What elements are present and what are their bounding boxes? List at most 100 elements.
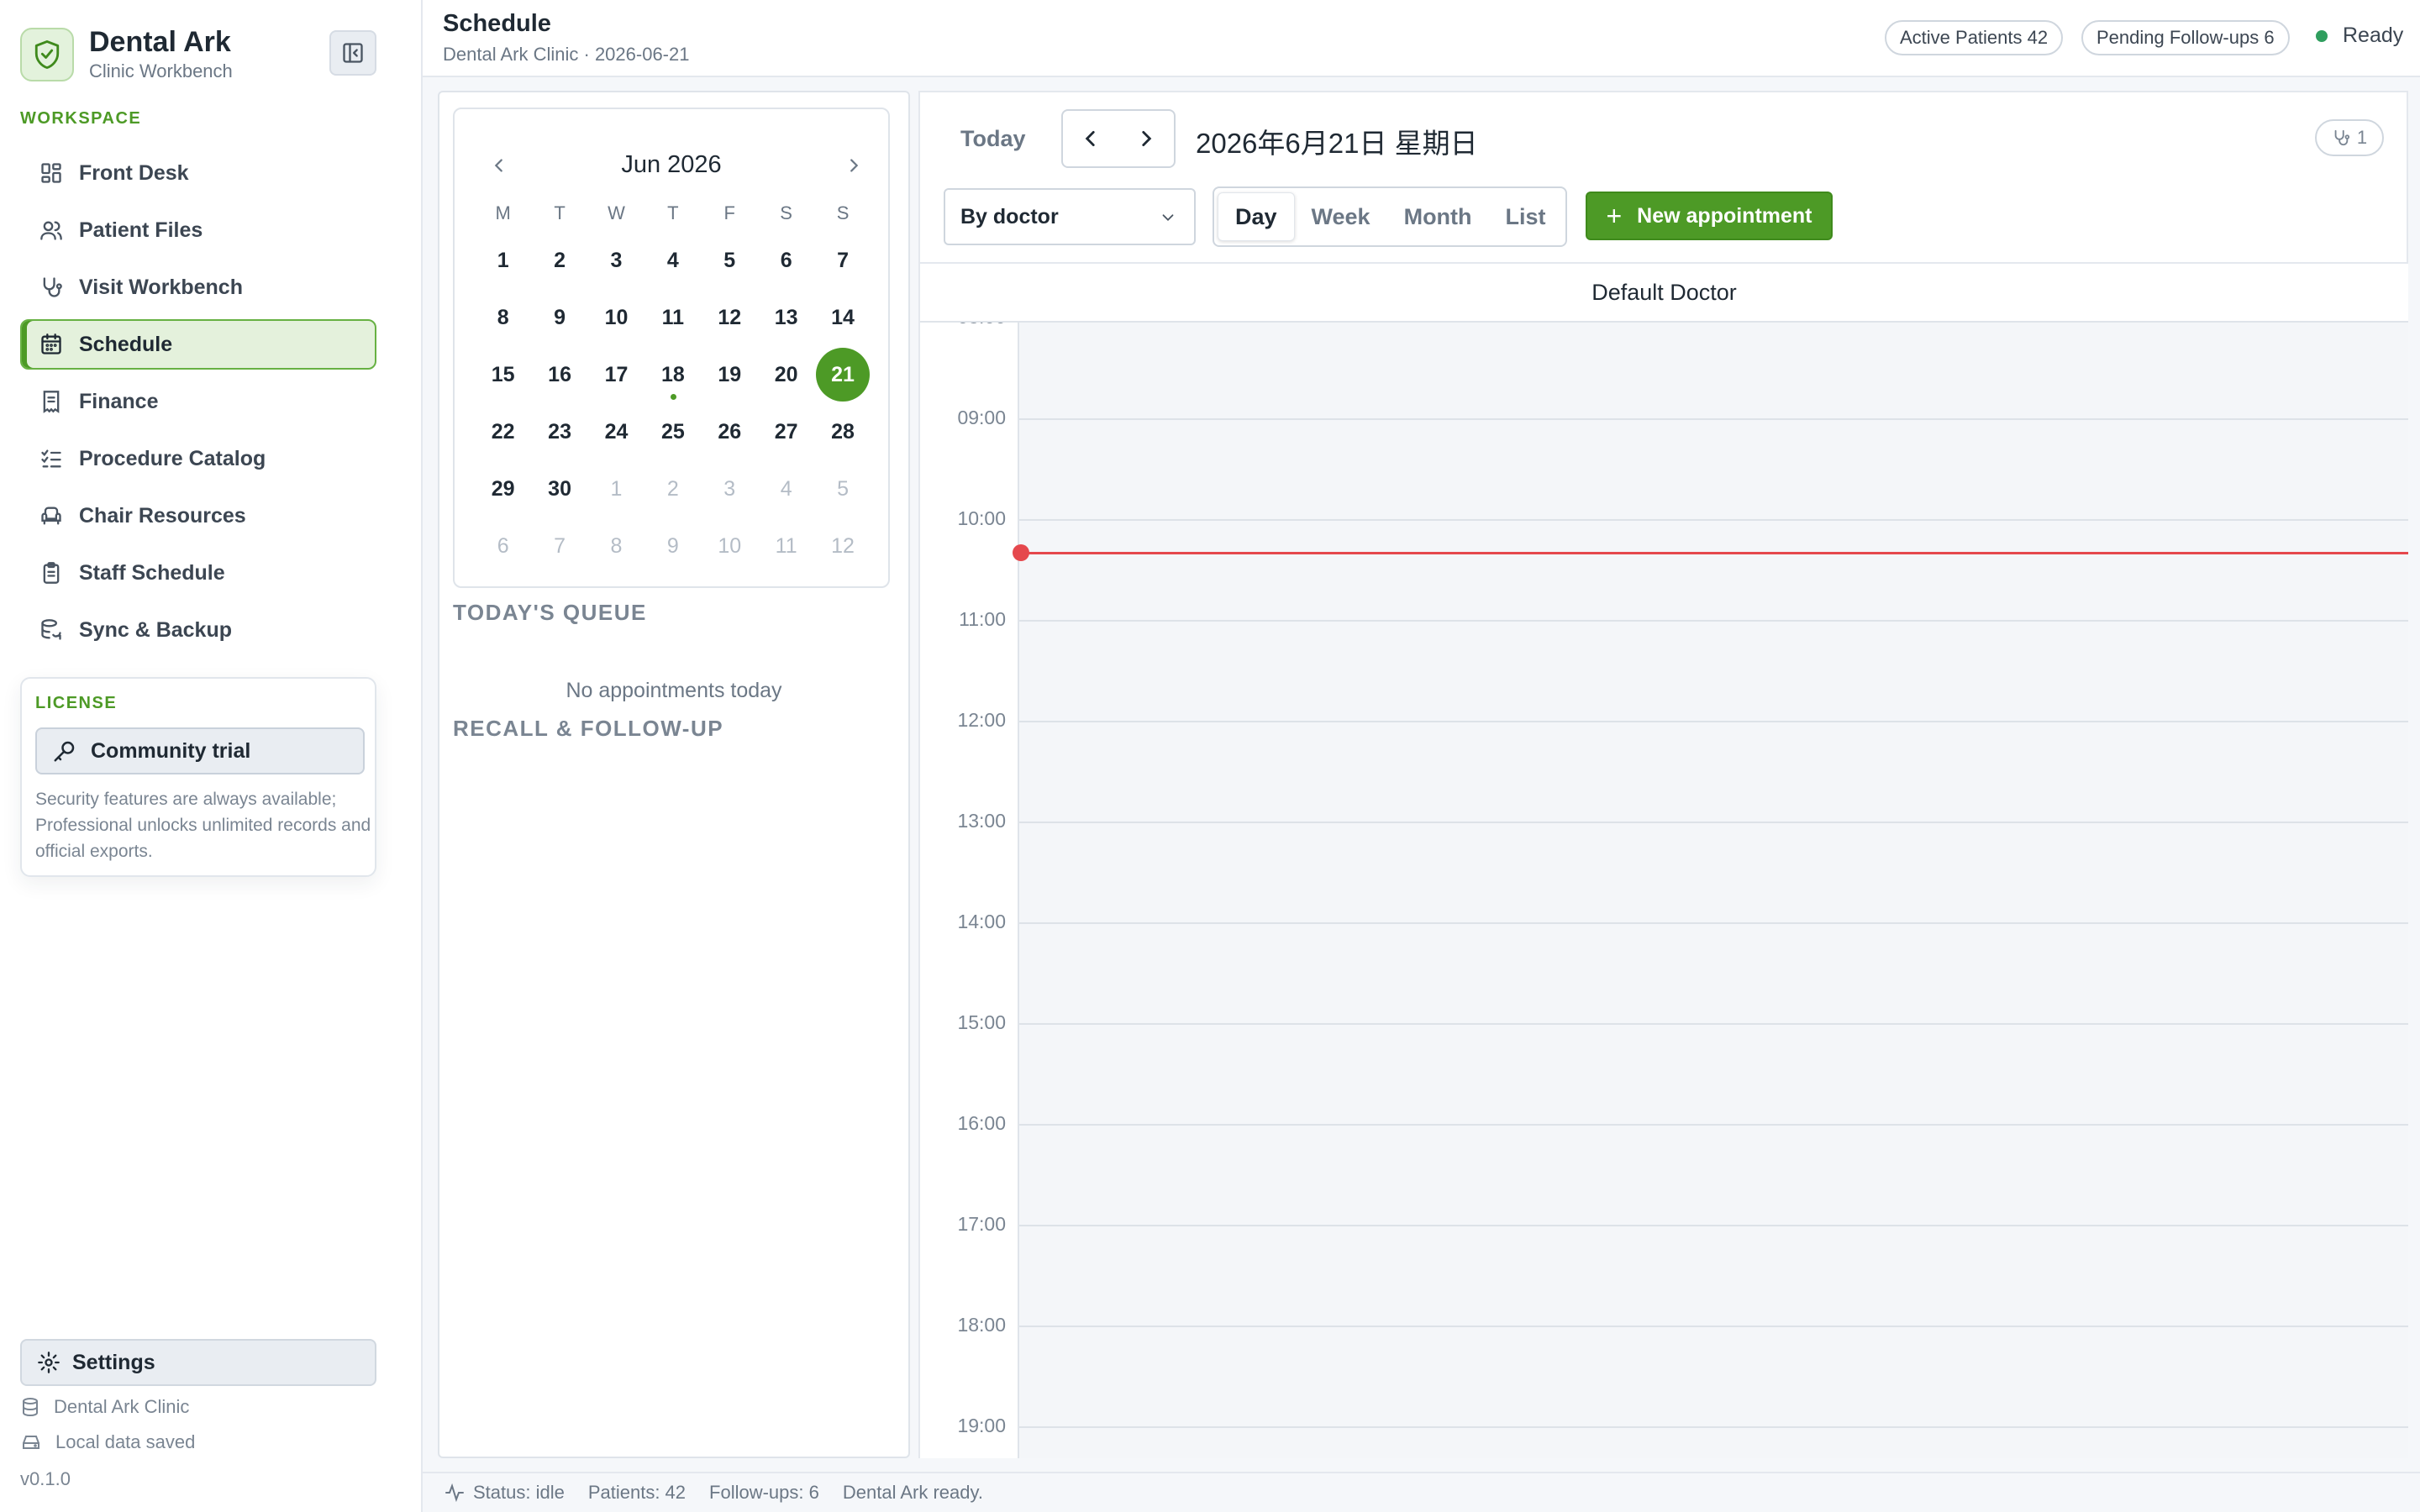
calendar-day[interactable]: 15 (475, 346, 531, 403)
calendar-day-number: 25 (660, 419, 685, 444)
calendar-day[interactable]: 11 (758, 517, 814, 575)
calendar-day[interactable]: 18 (644, 346, 701, 403)
collapse-sidebar-button[interactable] (329, 30, 376, 76)
calendar-day[interactable]: 3 (702, 460, 758, 517)
calendar-day[interactable]: 5 (702, 232, 758, 289)
date-nav-group (1061, 109, 1176, 168)
calendar-day[interactable]: 2 (531, 232, 587, 289)
sidebar-item-sync-backup[interactable]: Sync & Backup (20, 605, 376, 655)
weekday-header: S (836, 202, 850, 223)
calendar-day[interactable]: 13 (758, 289, 814, 346)
sidebar-item-schedule[interactable]: Schedule (20, 319, 376, 370)
calendar-day[interactable]: 3 (588, 232, 644, 289)
next-day-button[interactable] (1118, 111, 1174, 166)
calendar-day-number: 8 (610, 533, 623, 558)
calendar-day[interactable]: 19 (702, 346, 758, 403)
settings-button[interactable]: Settings (20, 1339, 376, 1386)
hour-gridline (1019, 822, 2408, 823)
calendar-day[interactable]: 7 (814, 232, 871, 289)
calendar-day[interactable]: 29 (475, 460, 531, 517)
calendar-day[interactable]: 22 (475, 403, 531, 460)
hour-gridline (1019, 1023, 2408, 1025)
calendar-day[interactable]: 14 (814, 289, 871, 346)
calendar-day[interactable]: 5 (814, 460, 871, 517)
calendar-day[interactable]: 16 (531, 346, 587, 403)
calendar-day[interactable]: 8 (475, 289, 531, 346)
calendar-day[interactable]: 9 (531, 289, 587, 346)
calendar-day[interactable]: 1 (475, 232, 531, 289)
calendar-day[interactable]: 4 (644, 232, 701, 289)
calendar-day[interactable]: 6 (475, 517, 531, 575)
sidebar-item-procedure-catalog[interactable]: Procedure Catalog (20, 433, 376, 484)
calendar-day[interactable]: 8 (588, 517, 644, 575)
sidebar-item-front-desk[interactable]: Front Desk (20, 148, 376, 198)
calendar-day[interactable]: 24 (588, 403, 644, 460)
calendar-icon (37, 330, 66, 359)
chevron-right-icon (1142, 131, 1152, 146)
new-appointment-button[interactable]: + New appointment (1586, 192, 1833, 240)
calendar-day[interactable]: 12 (702, 289, 758, 346)
hour-label: 11:00 (959, 608, 1006, 630)
calendar-day[interactable]: 6 (758, 232, 814, 289)
calendar-day[interactable]: 10 (588, 289, 644, 346)
time-grid[interactable]: 08:00 09:00 10:00 11:00 12:00 13:00 14:00 15:00… (920, 323, 2408, 1458)
calendar-day[interactable]: 1 (588, 460, 644, 517)
view-list-tab[interactable]: List (1489, 192, 1563, 241)
calendar-day-number: 4 (666, 248, 679, 272)
sidebar-item-chair-resources[interactable]: Chair Resources (20, 491, 376, 541)
calendar-day[interactable]: 25 (644, 403, 701, 460)
sidebar-item-staff-schedule[interactable]: Staff Schedule (20, 548, 376, 598)
calendar-day-number: 7 (837, 248, 849, 272)
calendar-day-number: 21 (816, 348, 871, 402)
sidebar-item-label: Visit Workbench (79, 275, 243, 299)
sidebar-item-finance[interactable]: Finance (20, 376, 376, 427)
plus-icon: + (1606, 201, 1623, 231)
doctor-count-badge[interactable]: 1 (2315, 119, 2384, 156)
recall-followup-heading: RECALL & FOLLOW-UP (453, 716, 724, 741)
today-button[interactable]: Today (960, 126, 1026, 152)
calendar-day-number: 11 (775, 533, 797, 558)
hour-gridline (1019, 519, 2408, 521)
calendar-day-number: 10 (718, 533, 742, 558)
calendar-day[interactable]: 17 (588, 346, 644, 403)
view-switcher: Day Week Month List (1213, 186, 1567, 247)
sidebar-item-patient-files[interactable]: Patient Files (20, 205, 376, 255)
doctor-count: 1 (2356, 127, 2368, 148)
calendar-day[interactable]: 23 (531, 403, 587, 460)
next-month-button[interactable] (841, 153, 866, 178)
receipt-icon (37, 387, 66, 416)
calendar-day[interactable]: 4 (758, 460, 814, 517)
status-dot (2316, 29, 2328, 42)
ready-status: Ready (2316, 24, 2403, 48)
calendar-day[interactable]: 7 (531, 517, 587, 575)
current-time-dot (1013, 544, 1029, 561)
calendar-day[interactable]: 10 (702, 517, 758, 575)
hard-drive-icon (20, 1432, 42, 1452)
view-day-tab[interactable]: Day (1218, 192, 1295, 241)
users-icon (37, 216, 66, 244)
sidebar-item-visit-workbench[interactable]: Visit Workbench (20, 262, 376, 312)
calendar-day[interactable]: 20 (758, 346, 814, 403)
view-week-tab[interactable]: Week (1295, 192, 1387, 241)
view-month-tab[interactable]: Month (1387, 192, 1489, 241)
calendar-day-selected[interactable]: 21 (814, 346, 871, 403)
community-trial-button[interactable]: Community trial (35, 727, 365, 774)
calendar-day[interactable]: 2 (644, 460, 701, 517)
calendar-day[interactable]: 11 (644, 289, 701, 346)
calendar-day-number: 16 (548, 362, 571, 386)
workspace-section-label: WORKSPACE (20, 109, 142, 128)
armchair-icon (37, 501, 66, 530)
license-label: LICENSE (35, 694, 118, 712)
status-patients: Patients: 42 (587, 1482, 687, 1503)
prev-day-button[interactable] (1063, 111, 1118, 166)
group-by-select[interactable]: By doctor (944, 188, 1196, 245)
calendar-day-number: 24 (604, 419, 629, 444)
calendar-day[interactable]: 28 (814, 403, 871, 460)
clipboard-icon (37, 559, 66, 587)
calendar-day[interactable]: 9 (644, 517, 701, 575)
calendar-day[interactable]: 26 (702, 403, 758, 460)
calendar-day[interactable]: 12 (814, 517, 871, 575)
calendar-day[interactable]: 27 (758, 403, 814, 460)
calendar-day[interactable]: 30 (531, 460, 587, 517)
doctor-column-header: Default Doctor (920, 262, 2408, 323)
